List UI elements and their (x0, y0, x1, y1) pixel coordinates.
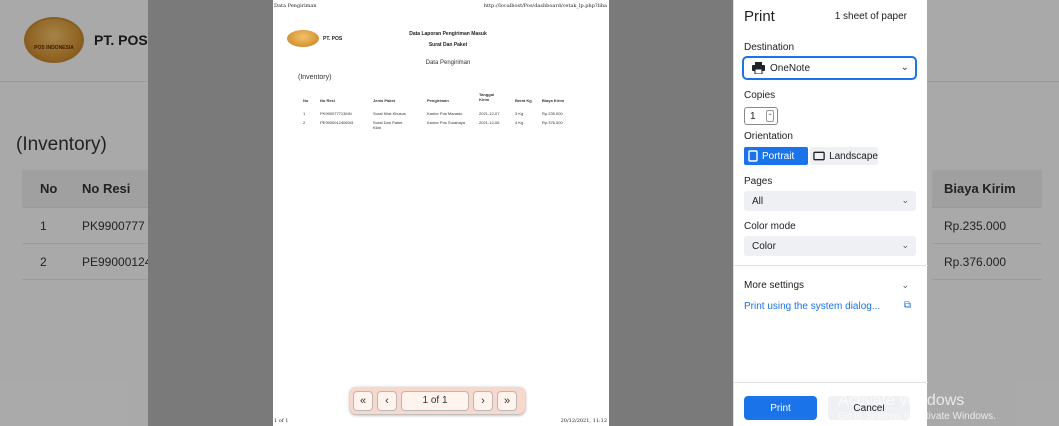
color-mode-value: Color (752, 240, 776, 252)
chevron-down-icon: ⌄ (901, 240, 909, 250)
preview-td: Kantor Pos Surabaya (427, 120, 466, 125)
sheet-count: 1 sheet of paper (834, 11, 907, 22)
landscape-label: Landscape (829, 150, 878, 162)
copies-stepper-icon[interactable]: ⌃ (766, 110, 774, 122)
preview-logo (287, 30, 319, 47)
portrait-icon (748, 150, 758, 162)
preview-td: 1 (303, 111, 306, 116)
chevron-down-icon: ⌄ (901, 195, 909, 205)
page-header-title: Data Pengiriman (274, 3, 317, 9)
preview-td: Kantor Pos Manado (427, 111, 463, 116)
system-dialog-label: Print using the system dialog... (744, 301, 881, 312)
landscape-toggle[interactable]: Landscape (810, 147, 878, 165)
landscape-icon (813, 151, 825, 161)
preview-inventory: (Inventory) (298, 74, 332, 81)
preview-th: Jenis Paket (373, 98, 396, 103)
destination-select[interactable]: OneNote ⌄ (742, 56, 917, 80)
preview-td: 2021-12-07 (479, 111, 500, 116)
more-settings-toggle[interactable]: More settings ⌄ (744, 280, 916, 291)
color-mode-select[interactable]: Color ⌄ (744, 236, 916, 256)
external-link-icon: ⧉ (903, 300, 911, 311)
preview-td: Surat Dan Paket Kilat (373, 120, 403, 130)
divider (734, 382, 928, 383)
preview-td: 3 Kg (515, 111, 524, 116)
portrait-label: Portrait (762, 150, 795, 162)
preview-td: Surat Kilat Khusus (373, 111, 406, 116)
preview-td: Rp.376.000 (542, 120, 563, 125)
printer-icon (752, 62, 766, 74)
preview-th: No Resi (320, 98, 335, 103)
preview-td: PK9900777136IN (320, 111, 352, 116)
portrait-toggle[interactable]: Portrait (744, 147, 808, 165)
destination-label: Destination (744, 42, 795, 53)
dialog-title: Print (744, 8, 775, 25)
preview-th: No (303, 98, 309, 103)
copies-input[interactable]: 1 ⌃ (744, 107, 778, 125)
page-header-url: http://localhost/Pos/dashboard/cetak_lp.… (483, 3, 607, 9)
prev-page-button[interactable]: ‹ (377, 390, 397, 411)
orientation-label: Orientation (744, 131, 793, 142)
preview-th: Biaya Kirim (542, 98, 565, 103)
last-page-button[interactable]: » (497, 390, 517, 411)
preview-subtitle: Surat Dan Paket (428, 42, 468, 48)
preview-pager: « ‹ 1 of 1 › » (350, 387, 525, 414)
preview-title: Data Laporan Pengiriman Masuk (409, 31, 487, 37)
system-dialog-link[interactable]: Print using the system dialog... ⧉ (744, 300, 916, 312)
page-footer-count: 1 of 1 (274, 418, 289, 424)
divider (734, 265, 928, 266)
page-indicator: 1 of 1 (401, 390, 469, 411)
preview-section-title: Data Pengiriman (425, 60, 471, 66)
color-mode-label: Color mode (744, 221, 796, 232)
preview-td: 2 (303, 120, 306, 125)
pages-label: Pages (744, 176, 773, 187)
preview-th: Berat Kg (515, 98, 532, 103)
copies-value: 1 (750, 110, 756, 122)
preview-brand: PT. POS (323, 36, 343, 42)
pages-select[interactable]: All ⌄ (744, 191, 916, 211)
pages-value: All (752, 195, 764, 207)
preview-page: Data Pengiriman http://localhost/Pos/das… (273, 0, 609, 426)
more-settings-label: More settings (744, 280, 805, 291)
preview-td: 4 Kg (515, 120, 524, 125)
preview-th: Pengiriman (427, 98, 449, 103)
print-dialog: Print 1 sheet of paper Destination OneNo… (733, 0, 928, 426)
copies-label: Copies (744, 90, 776, 101)
preview-td: Rp.235.000 (542, 111, 563, 116)
preview-th: Tanggal Kirim (479, 92, 495, 102)
chevron-down-icon: ⌄ (900, 62, 909, 73)
print-button[interactable]: Print (744, 396, 817, 420)
first-page-button[interactable]: « (353, 390, 373, 411)
preview-td: 2021-12-06 (479, 120, 500, 125)
destination-value: OneNote (770, 62, 811, 74)
page-footer-date: 20/12/2021, 11:12 (560, 418, 607, 424)
chevron-down-icon: ⌄ (901, 280, 909, 290)
cancel-button[interactable]: Cancel (828, 396, 910, 420)
next-page-button[interactable]: › (473, 390, 493, 411)
preview-td: PE99000124060I3 (320, 120, 354, 125)
